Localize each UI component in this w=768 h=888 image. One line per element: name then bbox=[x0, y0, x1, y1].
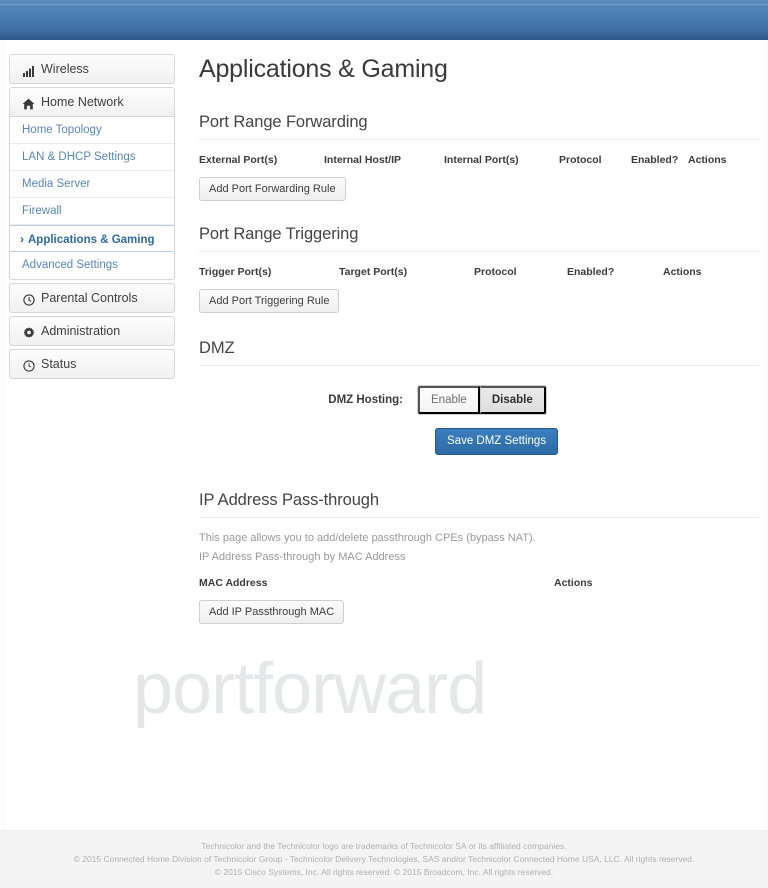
clock-icon bbox=[21, 286, 36, 315]
footer-copyright-cisco-broadcom: © 2015 Cisco Systems, Inc. All rights re… bbox=[214, 867, 554, 877]
dmz-hosting-row: DMZ Hosting: Enable Disable bbox=[199, 366, 759, 415]
section-port-range-forwarding: Port Range Forwarding External Port(s) I… bbox=[199, 113, 759, 201]
column-header-internal-host-ip: Internal Host/IP bbox=[324, 154, 402, 166]
dmz-disable-button[interactable]: Disable bbox=[479, 386, 546, 414]
sidebar-item-advanced-settings[interactable]: Advanced Settings bbox=[10, 252, 174, 279]
clock-outline-icon bbox=[21, 352, 36, 381]
gear-icon bbox=[21, 319, 36, 348]
sidebar-item-home-topology[interactable]: Home Topology bbox=[10, 117, 174, 144]
column-header-actions: Actions bbox=[663, 266, 702, 278]
column-header-actions: Actions bbox=[554, 577, 593, 589]
home-icon bbox=[21, 90, 36, 119]
column-header-actions: Actions bbox=[688, 154, 727, 166]
sidebar-subitem-label: Advanced Settings bbox=[22, 259, 118, 271]
page-footer: Technicolor and the Technicolor logo are… bbox=[0, 830, 768, 888]
sidebar-nav: Wireless Home Network Home Topology LAN … bbox=[9, 54, 175, 382]
column-header-target-ports: Target Port(s) bbox=[339, 266, 408, 278]
header-highlight-line bbox=[0, 4, 768, 5]
sidebar-subitem-label: Applications & Gaming bbox=[28, 234, 155, 246]
page-left-edge bbox=[0, 41, 6, 831]
section-title: IP Address Pass-through bbox=[199, 491, 759, 518]
port-triggering-table-header: Trigger Port(s) Target Port(s) Protocol … bbox=[199, 252, 759, 278]
passthrough-table-header: MAC Address Actions bbox=[199, 563, 759, 589]
column-header-internal-ports: Internal Port(s) bbox=[444, 154, 519, 166]
sidebar-item-lan-dhcp-settings[interactable]: LAN & DHCP Settings bbox=[10, 144, 174, 171]
main-content: Applications & Gaming Port Range Forward… bbox=[190, 41, 768, 624]
sidebar-item-wireless[interactable]: Wireless bbox=[9, 54, 175, 84]
section-port-range-triggering: Port Range Triggering Trigger Port(s) Ta… bbox=[199, 225, 759, 313]
section-title: Port Range Forwarding bbox=[199, 113, 759, 140]
sidebar-item-status[interactable]: Status bbox=[9, 349, 175, 379]
add-ip-passthrough-mac-button[interactable]: Add IP Passthrough MAC bbox=[199, 600, 345, 624]
sidebar-item-label: Administration bbox=[41, 324, 121, 338]
sidebar-subitem-label: Firewall bbox=[22, 205, 62, 217]
column-header-mac-address: MAC Address bbox=[199, 577, 268, 589]
column-header-enabled: Enabled? bbox=[631, 154, 679, 166]
sidebar-item-applications-gaming[interactable]: › Applications & Gaming bbox=[10, 225, 174, 252]
section-title: Port Range Triggering bbox=[199, 225, 759, 252]
section-dmz: DMZ DMZ Hosting: Enable Disable Save DMZ… bbox=[199, 339, 759, 455]
column-header-external-ports: External Port(s) bbox=[199, 154, 278, 166]
save-dmz-settings-button[interactable]: Save DMZ Settings bbox=[435, 428, 559, 455]
dmz-hosting-label: DMZ Hosting: bbox=[328, 394, 403, 406]
page-body: Wireless Home Network Home Topology LAN … bbox=[0, 41, 768, 888]
section-title: DMZ bbox=[199, 339, 759, 366]
sidebar-item-media-server[interactable]: Media Server bbox=[10, 171, 174, 198]
sidebar-item-label: Parental Controls bbox=[41, 291, 138, 305]
portforward-watermark: portforward bbox=[133, 649, 487, 729]
passthrough-subtitle: IP Address Pass-through by MAC Address bbox=[199, 551, 406, 563]
page-title: Applications & Gaming bbox=[199, 55, 448, 83]
signal-bars-icon bbox=[21, 57, 36, 86]
dmz-save-row: Save DMZ Settings bbox=[199, 415, 759, 455]
dmz-hosting-toggle[interactable]: Enable Disable bbox=[417, 385, 547, 415]
sidebar-subitem-label: Media Server bbox=[22, 178, 91, 190]
section-ip-address-passthrough: IP Address Pass-through This page allows… bbox=[199, 491, 759, 624]
sidebar-item-label: Status bbox=[41, 357, 77, 371]
column-header-enabled: Enabled? bbox=[567, 266, 615, 278]
dmz-enable-button[interactable]: Enable bbox=[418, 386, 480, 414]
footer-trademark-line: Technicolor and the Technicolor logo are… bbox=[201, 841, 567, 851]
sidebar-item-label: Home Network bbox=[41, 95, 124, 109]
sidebar-item-firewall[interactable]: Firewall bbox=[10, 198, 174, 225]
sidebar-item-administration[interactable]: Administration bbox=[9, 316, 175, 346]
sidebar-item-home-network[interactable]: Home Network bbox=[9, 87, 175, 117]
add-port-forwarding-rule-button[interactable]: Add Port Forwarding Rule bbox=[199, 177, 346, 201]
sidebar-subitem-label: Home Topology bbox=[22, 124, 102, 136]
sidebar-item-parental-controls[interactable]: Parental Controls bbox=[9, 283, 175, 313]
column-header-trigger-ports: Trigger Port(s) bbox=[199, 266, 272, 278]
footer-copyright-technicolor: © 2015 Connected Home Division of Techni… bbox=[73, 854, 695, 864]
column-header-protocol: Protocol bbox=[559, 154, 602, 166]
add-port-triggering-rule-button[interactable]: Add Port Triggering Rule bbox=[199, 289, 340, 313]
sidebar-subitem-label: LAN & DHCP Settings bbox=[22, 151, 136, 163]
passthrough-description: This page allows you to add/delete passt… bbox=[199, 532, 536, 544]
sidebar-subnav-home-network: Home Topology LAN & DHCP Settings Media … bbox=[9, 117, 175, 280]
port-forwarding-table-header: External Port(s) Internal Host/IP Intern… bbox=[199, 140, 759, 166]
app-header-bar bbox=[0, 0, 768, 40]
sidebar-item-label: Wireless bbox=[41, 62, 89, 76]
chevron-right-icon: › bbox=[20, 232, 24, 246]
column-header-protocol: Protocol bbox=[474, 266, 517, 278]
